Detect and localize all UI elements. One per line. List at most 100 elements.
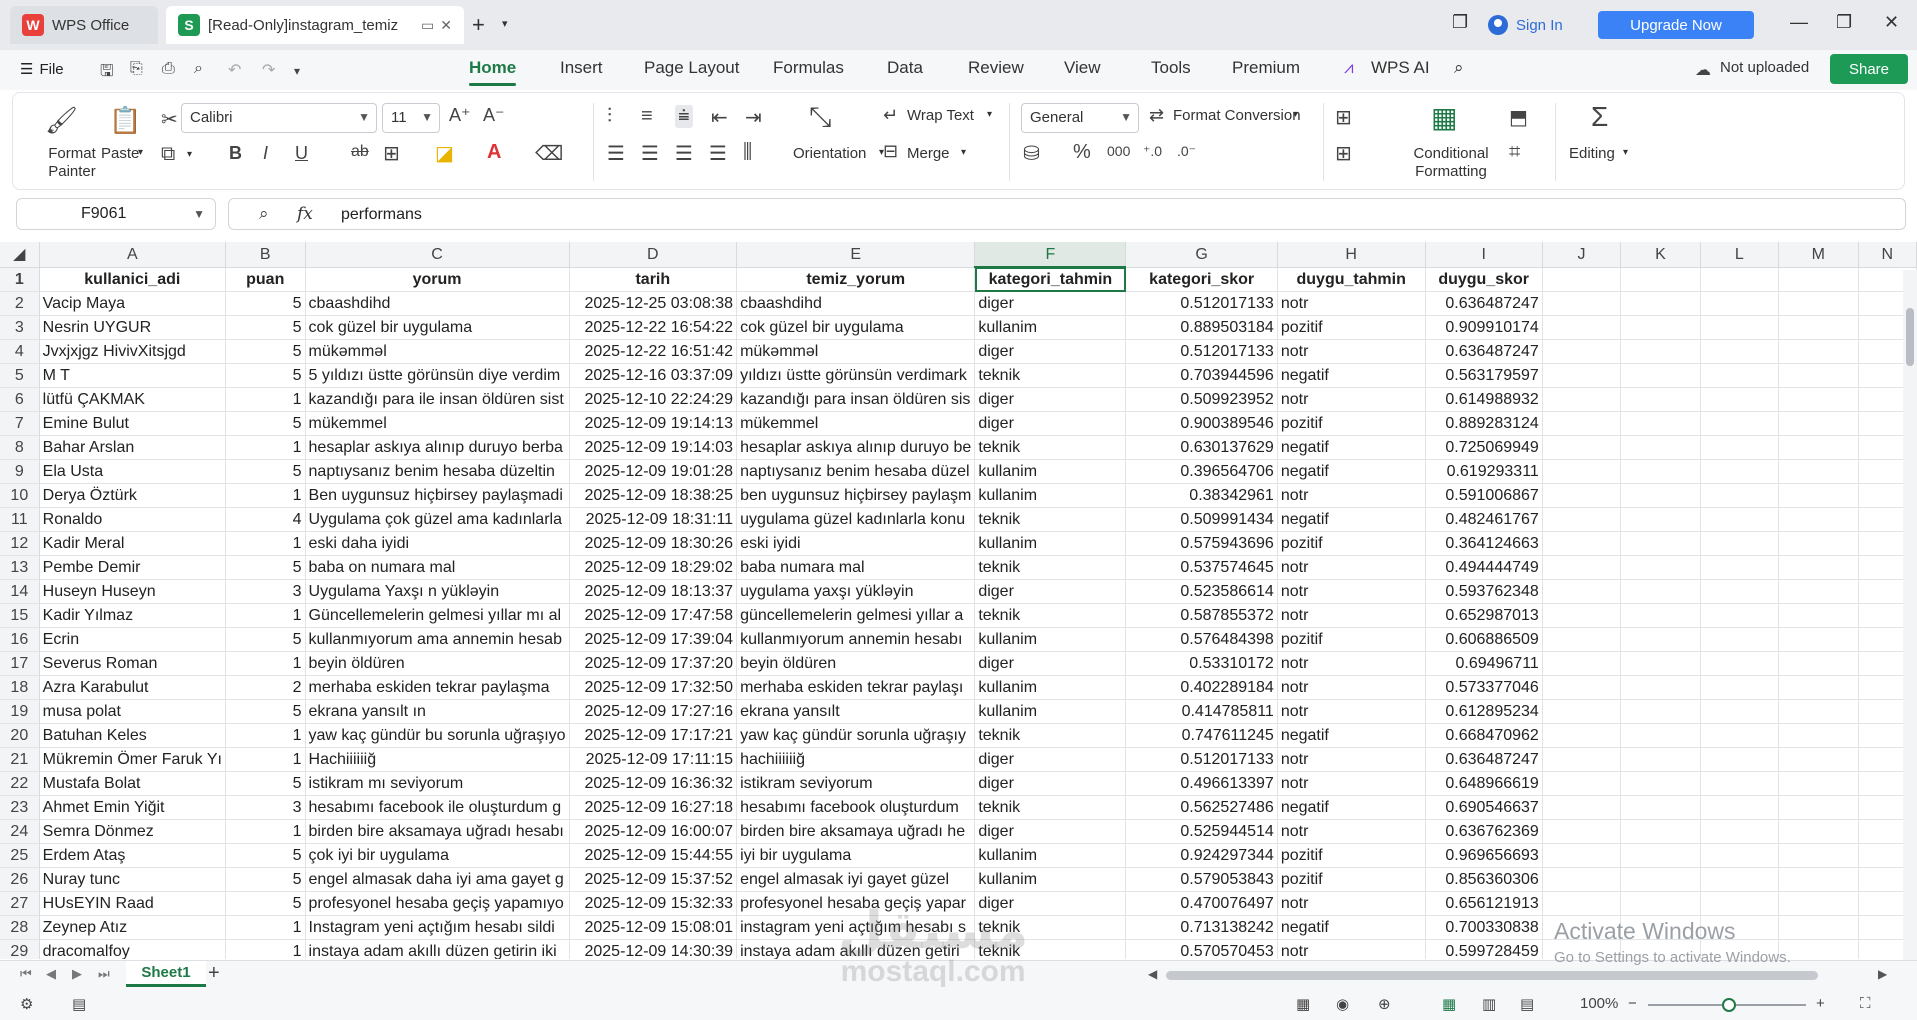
- add-sheet-icon[interactable]: +: [208, 962, 220, 985]
- row-number[interactable]: 22: [0, 771, 40, 796]
- table-cell[interactable]: [1542, 387, 1622, 412]
- row-number[interactable]: 14: [0, 579, 40, 604]
- table-cell[interactable]: Mükremin Ömer Faruk Yı: [39, 747, 226, 772]
- table-cell[interactable]: Uygulama Yaxşı n yükləyin: [305, 579, 570, 604]
- table-cell[interactable]: 2025-12-25 03:08:38: [569, 291, 738, 316]
- table-cell[interactable]: [1778, 531, 1859, 556]
- column-header[interactable]: A: [39, 242, 226, 268]
- share-button[interactable]: Share: [1830, 54, 1908, 84]
- align-bottom-icon[interactable]: ⩧: [675, 105, 693, 128]
- table-cell[interactable]: pozitif: [1277, 867, 1426, 892]
- table-cell[interactable]: 0.619293311: [1425, 459, 1543, 484]
- table-cell[interactable]: 0.576484398: [1125, 627, 1278, 652]
- table-cell[interactable]: [1700, 603, 1780, 628]
- table-cell[interactable]: güncellemelerin gelmesi yıllar a: [736, 603, 976, 628]
- row-number[interactable]: 13: [0, 555, 40, 580]
- table-cell[interactable]: [1542, 507, 1622, 532]
- table-cell[interactable]: 1: [225, 819, 306, 844]
- table-cell[interactable]: [1778, 651, 1859, 676]
- row-number[interactable]: 5: [0, 363, 40, 388]
- table-cell[interactable]: [1778, 747, 1859, 772]
- table-cell[interactable]: cok güzel bir uygulama: [305, 315, 570, 340]
- table-cell[interactable]: [1542, 723, 1622, 748]
- table-cell[interactable]: mükəmməl: [736, 339, 976, 364]
- table-cell[interactable]: 0.69496711: [1425, 651, 1543, 676]
- table-cell[interactable]: Huseyn Huseyn: [39, 579, 226, 604]
- table-cell[interactable]: uygulama yaxşı yükləyin: [736, 579, 976, 604]
- orientation-button[interactable]: Orientation: [793, 145, 866, 162]
- table-cell[interactable]: [1700, 411, 1780, 436]
- table-cell[interactable]: [1542, 747, 1622, 772]
- row-number[interactable]: 18: [0, 675, 40, 700]
- table-cell[interactable]: uygulama güzel kadınlarla konu: [736, 507, 976, 532]
- table-cell[interactable]: musa polat: [39, 699, 226, 724]
- table-cell[interactable]: mükemmel: [736, 411, 976, 436]
- table-cell[interactable]: [1542, 579, 1622, 604]
- table-cell[interactable]: Nesrin UYGUR: [39, 315, 226, 340]
- table-cell[interactable]: [1778, 363, 1859, 388]
- table-cell[interactable]: [1542, 483, 1622, 508]
- tablet-mode-icon[interactable]: ❐: [1452, 12, 1468, 33]
- table-cell[interactable]: 0.494444749: [1425, 555, 1543, 580]
- table-cell[interactable]: diger: [974, 747, 1127, 772]
- table-cell[interactable]: 0.38342961: [1125, 483, 1278, 508]
- table-cell[interactable]: negatif: [1277, 459, 1426, 484]
- table-cell[interactable]: [1620, 459, 1701, 484]
- table-cell[interactable]: pozitif: [1277, 843, 1426, 868]
- table-cell[interactable]: cbaashdihd: [736, 291, 976, 316]
- table-cell[interactable]: 5: [225, 291, 306, 316]
- table-cell[interactable]: [1778, 723, 1859, 748]
- table-cell[interactable]: Ecrin: [39, 627, 226, 652]
- table-cell[interactable]: [1700, 555, 1780, 580]
- zoom-formula-icon[interactable]: ⌕: [259, 204, 269, 224]
- table-cell[interactable]: [1542, 891, 1622, 916]
- table-cell[interactable]: [1620, 891, 1701, 916]
- table-cell[interactable]: [1700, 459, 1780, 484]
- table-cell[interactable]: kazandığı para ile insan öldüren sist: [305, 387, 570, 412]
- table-cell[interactable]: birden bire aksamaya uğradı he: [736, 819, 976, 844]
- zoom-in-icon[interactable]: +: [1816, 995, 1825, 1012]
- align-center-icon[interactable]: ☰: [641, 141, 659, 166]
- table-cell[interactable]: notr: [1277, 339, 1426, 364]
- row-number[interactable]: 6: [0, 387, 40, 412]
- table-cell[interactable]: 0.512017133: [1125, 291, 1278, 316]
- table-cell[interactable]: 0.668470962: [1425, 723, 1543, 748]
- table-cell[interactable]: 0.900389546: [1125, 411, 1278, 436]
- table-cell[interactable]: 5: [225, 891, 306, 916]
- table-cell[interactable]: 1: [225, 387, 306, 412]
- table-cell[interactable]: 2025-12-09 19:14:13: [569, 411, 738, 436]
- undo-icon[interactable]: ↶: [228, 60, 241, 80]
- table-cell[interactable]: merhaba eskiden tekrar paylaşma: [305, 675, 570, 700]
- new-tab-icon[interactable]: +: [472, 12, 485, 38]
- table-cell[interactable]: 2025-12-09 15:37:52: [569, 867, 738, 892]
- table-cell[interactable]: 2025-12-22 16:51:42: [569, 339, 738, 364]
- name-box[interactable]: F9061 ▼: [16, 198, 216, 230]
- table-cell[interactable]: hesabımı facebook ile oluşturdum g: [305, 795, 570, 820]
- table-cell[interactable]: 0.587855372: [1125, 603, 1278, 628]
- tab-data[interactable]: Data: [887, 58, 923, 78]
- table-cell[interactable]: 2025-12-10 22:24:29: [569, 387, 738, 412]
- table-cell[interactable]: 5: [225, 771, 306, 796]
- table-cell[interactable]: istikram mı seviyorum: [305, 771, 570, 796]
- table-cell[interactable]: [1700, 435, 1780, 460]
- table-cell[interactable]: 0.630137629: [1125, 435, 1278, 460]
- table-cell[interactable]: pozitif: [1277, 531, 1426, 556]
- table-cell[interactable]: [1700, 771, 1780, 796]
- table-cell[interactable]: Vacip Maya: [39, 291, 226, 316]
- scroll-right-icon[interactable]: ▶: [1878, 967, 1887, 981]
- format-conversion-dropdown-icon[interactable]: ▾: [1293, 109, 1298, 120]
- table-cell[interactable]: diger: [974, 291, 1127, 316]
- table-cell[interactable]: Azra Karabulut: [39, 675, 226, 700]
- zoom-out-icon[interactable]: −: [1628, 995, 1637, 1012]
- table-cell[interactable]: diger: [974, 819, 1127, 844]
- table-cell[interactable]: [1700, 843, 1780, 868]
- table-cell[interactable]: 2025-12-09 15:08:01: [569, 915, 738, 940]
- table-cell[interactable]: 5: [225, 363, 306, 388]
- table-cell[interactable]: [1700, 699, 1780, 724]
- table-cell[interactable]: Ben uygunsuz hiçbirsey paylaşmadi: [305, 483, 570, 508]
- tab-list-chevron-icon[interactable]: ▾: [502, 17, 508, 30]
- table-cell[interactable]: notr: [1277, 699, 1426, 724]
- table-cell[interactable]: Güncellemelerin gelmesi yıllar mı al: [305, 603, 570, 628]
- table-cell[interactable]: 1: [225, 531, 306, 556]
- table-cell[interactable]: [1700, 315, 1780, 340]
